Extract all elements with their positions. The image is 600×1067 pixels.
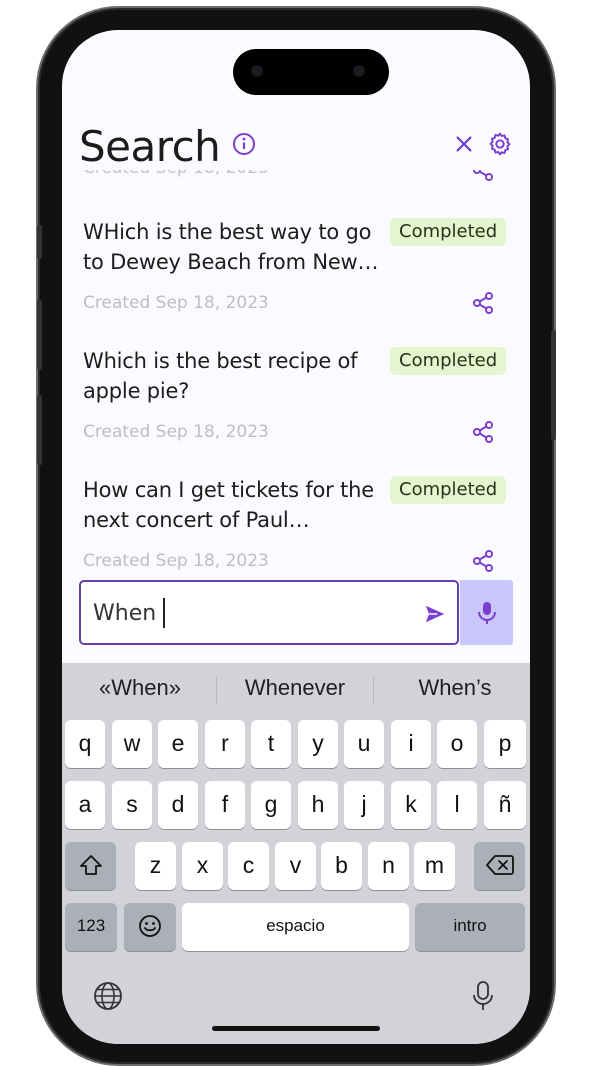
message-bar: When <box>79 580 513 645</box>
key-f[interactable]: f <box>205 781 245 829</box>
numbers-key[interactable]: 123 <box>65 903 117 951</box>
emoji-icon <box>139 915 161 937</box>
key-y[interactable]: y <box>298 720 338 768</box>
send-icon[interactable] <box>424 603 446 625</box>
screen: Created Sep 18, 2023 WHich is the best w… <box>62 30 530 1044</box>
key-enye[interactable]: ñ <box>484 781 526 829</box>
key-x[interactable]: x <box>182 842 223 890</box>
suggestion-2[interactable]: Whenever <box>220 675 370 701</box>
key-m[interactable]: m <box>414 842 455 890</box>
text-caret <box>163 598 165 628</box>
info-icon[interactable] <box>232 132 256 156</box>
created-date: Created Sep 18, 2023 <box>83 551 269 571</box>
key-l[interactable]: l <box>437 781 477 829</box>
space-key[interactable]: espacio <box>182 903 409 951</box>
question-text[interactable]: How can I get tickets for the next conce… <box>83 475 385 535</box>
results-list[interactable]: Created Sep 18, 2023 WHich is the best w… <box>62 170 530 580</box>
page-title: Search <box>79 122 221 171</box>
gear-icon[interactable] <box>487 131 513 157</box>
suggestion-bar: «When» Whenever When’s <box>62 663 530 719</box>
key-u[interactable]: u <box>344 720 384 768</box>
key-b[interactable]: b <box>321 842 362 890</box>
share-icon[interactable] <box>471 419 495 445</box>
created-date: Created Sep 18, 2023 <box>83 170 269 178</box>
list-item[interactable]: How can I get tickets for the next conce… <box>62 475 530 580</box>
key-k[interactable]: k <box>391 781 431 829</box>
status-badge: Completed <box>390 347 507 375</box>
microphone-button[interactable] <box>460 580 513 645</box>
suggestion-divider <box>216 677 217 705</box>
home-indicator[interactable] <box>212 1026 380 1031</box>
return-key[interactable]: intro <box>415 903 525 951</box>
key-r[interactable]: r <box>205 720 245 768</box>
created-date: Created Sep 18, 2023 <box>83 422 269 442</box>
key-a[interactable]: a <box>65 781 105 829</box>
status-badge: Completed <box>390 476 507 504</box>
backspace-key[interactable] <box>474 842 525 890</box>
key-d[interactable]: d <box>158 781 198 829</box>
globe-icon[interactable] <box>93 981 123 1011</box>
on-screen-keyboard: «When» Whenever When’s q w e r t y u i o… <box>62 663 530 1044</box>
key-t[interactable]: t <box>251 720 291 768</box>
side-button <box>37 300 42 370</box>
suggestion-1[interactable]: «When» <box>65 675 215 701</box>
backspace-icon <box>485 855 514 875</box>
dictation-microphone-icon[interactable] <box>472 980 494 1012</box>
suggestion-3[interactable]: When’s <box>380 675 530 701</box>
key-w[interactable]: w <box>112 720 152 768</box>
key-j[interactable]: j <box>344 781 384 829</box>
key-g[interactable]: g <box>251 781 291 829</box>
share-icon[interactable] <box>471 290 495 316</box>
key-v[interactable]: v <box>275 842 316 890</box>
shift-icon <box>79 855 102 875</box>
camera-dot <box>251 65 263 77</box>
shift-key[interactable] <box>65 842 116 890</box>
key-i[interactable]: i <box>391 720 431 768</box>
status-badge: Completed <box>390 218 507 246</box>
search-input-value[interactable]: When <box>93 601 156 626</box>
dynamic-island <box>233 49 389 95</box>
key-c[interactable]: c <box>228 842 269 890</box>
created-date: Created Sep 18, 2023 <box>83 293 269 313</box>
emoji-key[interactable] <box>124 903 176 951</box>
close-icon[interactable] <box>453 133 475 155</box>
key-n[interactable]: n <box>368 842 409 890</box>
list-item[interactable]: WHich is the best way to go to Dewey Bea… <box>62 217 530 346</box>
key-q[interactable]: q <box>65 720 105 768</box>
key-h[interactable]: h <box>298 781 338 829</box>
side-button <box>37 395 42 465</box>
key-o[interactable]: o <box>437 720 477 768</box>
share-icon[interactable] <box>471 548 495 574</box>
share-icon[interactable] <box>471 170 495 182</box>
suggestion-divider <box>373 677 374 705</box>
side-button <box>551 330 556 440</box>
list-item[interactable]: Which is the best recipe of apple pie? C… <box>62 346 530 475</box>
question-text[interactable]: Which is the best recipe of apple pie? <box>83 346 385 406</box>
question-text[interactable]: WHich is the best way to go to Dewey Bea… <box>83 217 385 277</box>
search-input[interactable]: When <box>79 580 459 645</box>
key-z[interactable]: z <box>135 842 176 890</box>
key-s[interactable]: s <box>112 781 152 829</box>
key-p[interactable]: p <box>484 720 526 768</box>
key-e[interactable]: e <box>158 720 198 768</box>
microphone-icon <box>478 602 496 624</box>
header: Search <box>62 120 530 171</box>
side-button <box>37 225 42 259</box>
camera-dot <box>353 65 365 77</box>
